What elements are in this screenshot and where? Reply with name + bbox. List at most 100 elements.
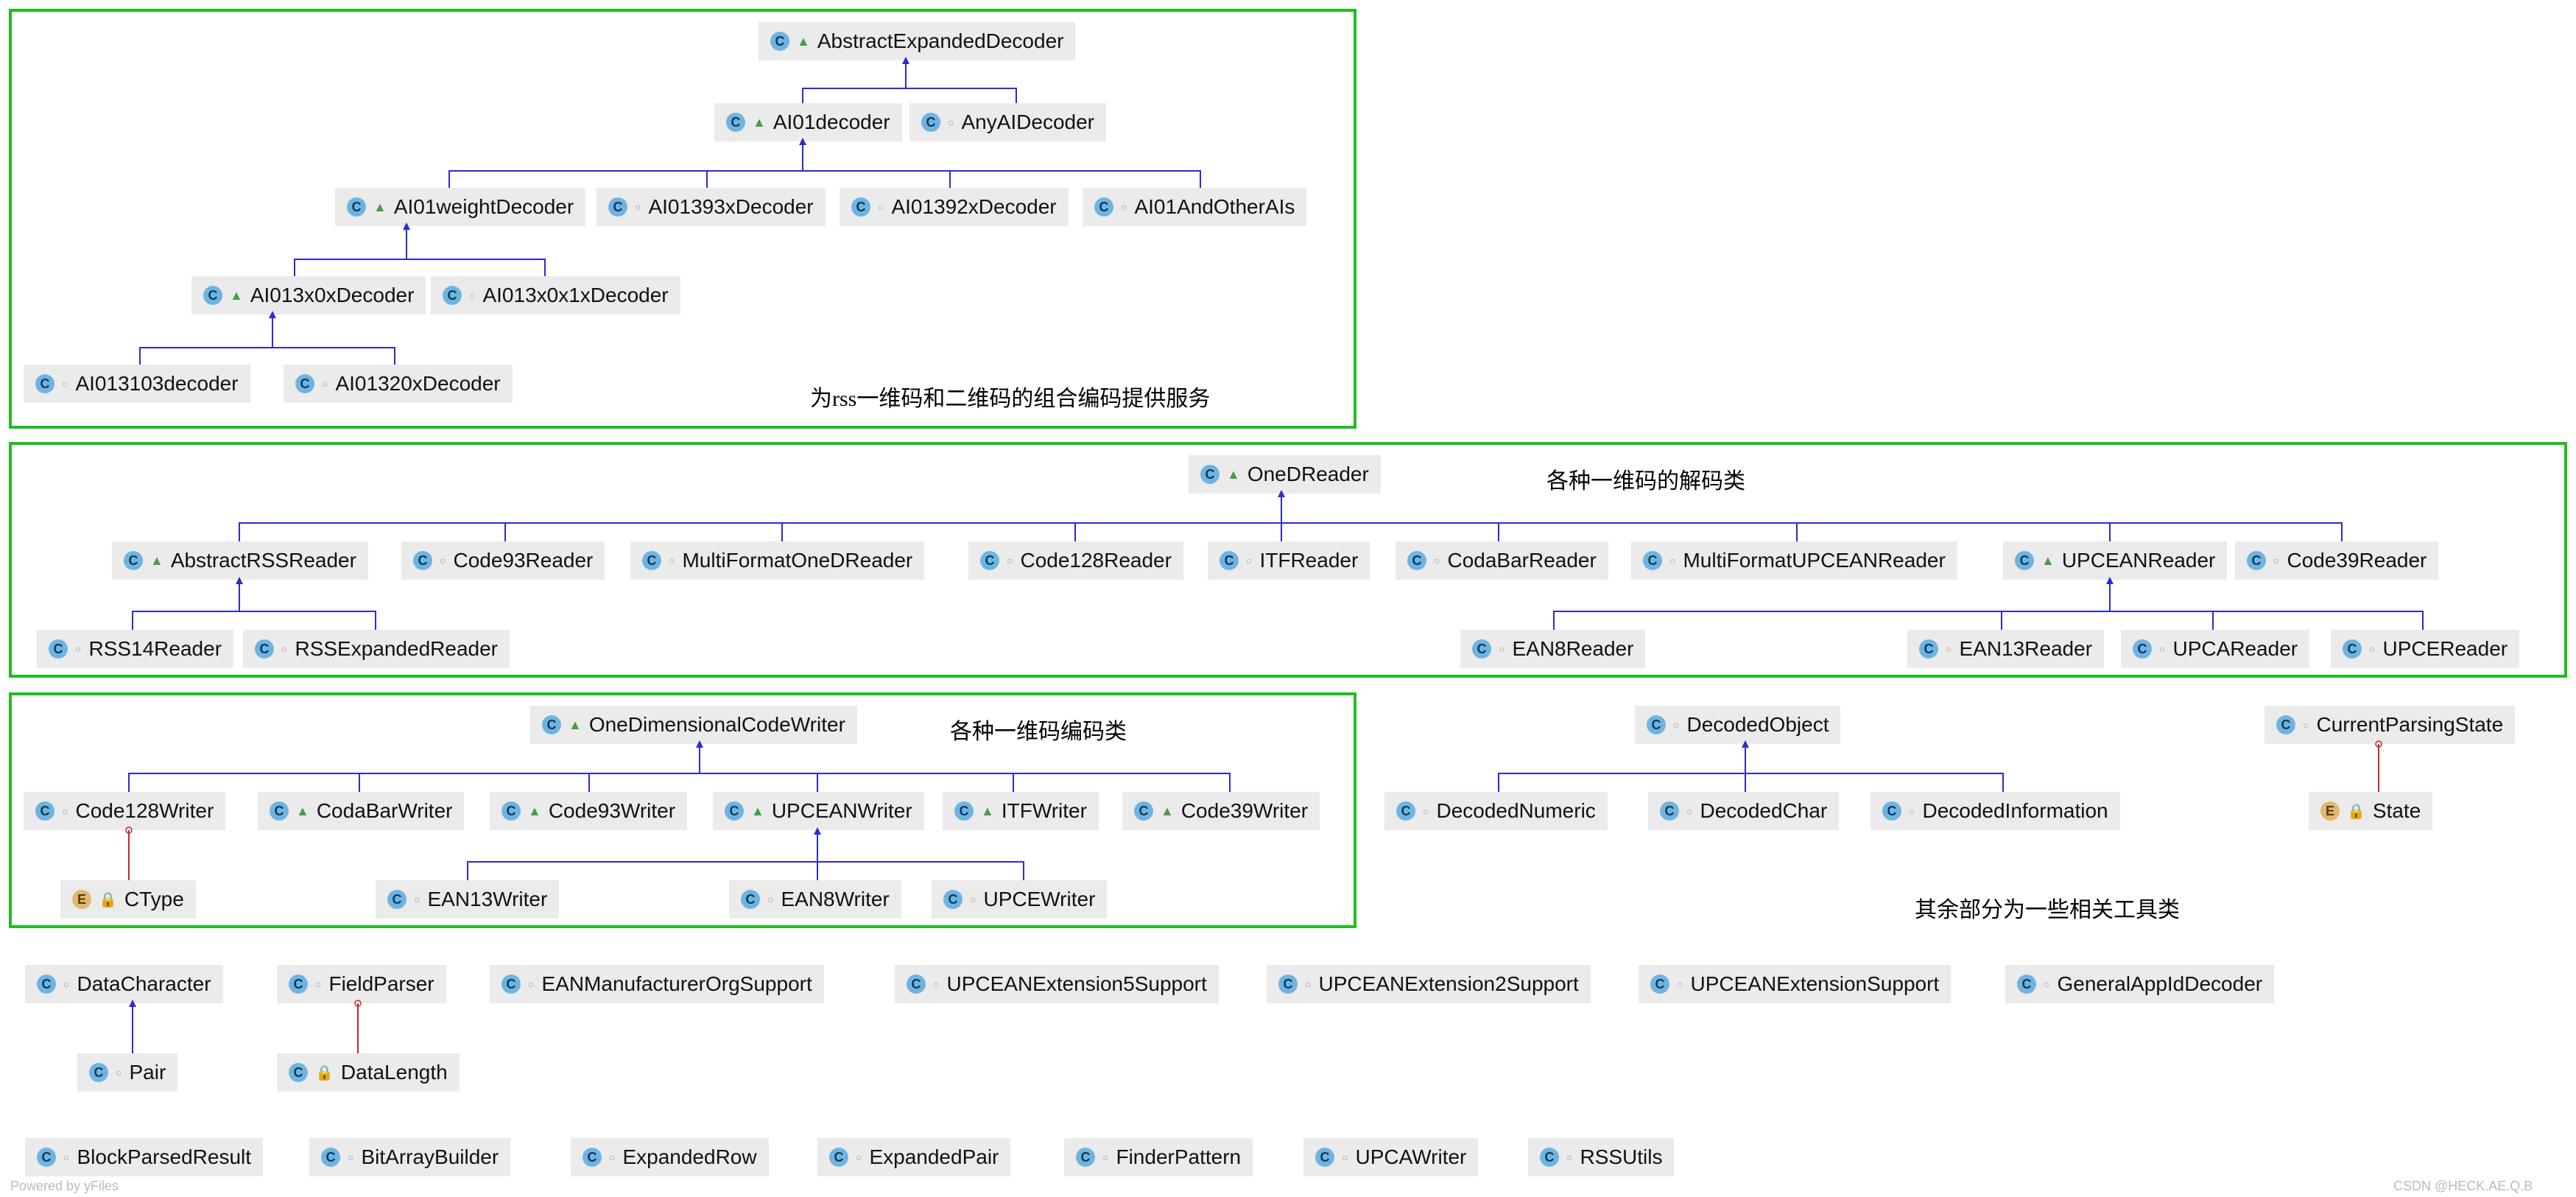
node-AI01weightDecoder[interactable]: C ▲ AI01weightDecoder xyxy=(335,188,585,226)
node-Code39Reader[interactable]: C ○ Code39Reader xyxy=(2235,541,2438,580)
node-label: EAN8Reader xyxy=(1512,637,1633,661)
node-CType[interactable]: E 🔒 CType xyxy=(60,880,196,919)
circle-icon: ○ xyxy=(2303,719,2309,731)
node-Pair[interactable]: C ○ Pair xyxy=(77,1053,177,1092)
node-OneDimensionalCodeWriter[interactable]: C ▲ OneDimensionalCodeWriter xyxy=(530,706,857,744)
node-EANManufacturerOrgSupport[interactable]: C ○ EANManufacturerOrgSupport xyxy=(490,965,824,1003)
node-label: OneDReader xyxy=(1247,463,1369,486)
node-label: Code128Writer xyxy=(75,799,214,823)
node-BitArrayBuilder[interactable]: C ○ BitArrayBuilder xyxy=(309,1138,510,1176)
node-EAN8Writer[interactable]: C ○ EAN8Writer xyxy=(729,880,901,919)
node-label: MultiFormatOneDReader xyxy=(682,549,912,572)
class-icon: C xyxy=(726,113,745,132)
node-AI01AndOtherAIs[interactable]: C ○ AI01AndOtherAIs xyxy=(1083,188,1306,226)
node-ExpandedRow[interactable]: C ○ ExpandedRow xyxy=(571,1138,769,1176)
node-label: DecodedInformation xyxy=(1922,799,2108,823)
abstract-icon: ▲ xyxy=(1161,804,1174,819)
node-ExpandedPair[interactable]: C ○ ExpandedPair xyxy=(817,1138,1010,1176)
node-DecodedNumeric[interactable]: C ○ DecodedNumeric xyxy=(1384,792,1608,830)
circle-icon: ○ xyxy=(469,289,475,301)
abstract-icon: ▲ xyxy=(1227,467,1240,482)
node-DecodedChar[interactable]: C ○ DecodedChar xyxy=(1648,792,1839,830)
node-UPCEANReader[interactable]: C ▲ UPCEANReader xyxy=(2003,541,2227,580)
node-AbstractRSSReader[interactable]: C ▲ AbstractRSSReader xyxy=(112,541,368,580)
node-MultiFormatOneDReader[interactable]: C ○ MultiFormatOneDReader xyxy=(630,541,924,580)
node-AI013103decoder[interactable]: C ○ AI013103decoder xyxy=(24,365,250,403)
class-icon: C xyxy=(502,975,521,994)
node-RSSUtils[interactable]: C ○ RSSUtils xyxy=(1528,1138,1674,1176)
node-Code128Reader[interactable]: C ○ Code128Reader xyxy=(968,541,1183,580)
node-AI013x0x1xDecoder[interactable]: C ○ AI013x0x1xDecoder xyxy=(431,276,680,315)
class-icon: C xyxy=(295,374,314,393)
node-label: Code93Writer xyxy=(549,799,675,823)
node-CurrentParsingState[interactable]: C ○ CurrentParsingState xyxy=(2264,706,2515,744)
node-label: DecodedObject xyxy=(1686,713,1829,737)
node-UPCEReader[interactable]: C ○ UPCEReader xyxy=(2331,630,2519,668)
node-UPCEWriter[interactable]: C ○ UPCEWriter xyxy=(932,880,1107,919)
node-GeneralAppIdDecoder[interactable]: C ○ GeneralAppIdDecoder xyxy=(2005,965,2274,1003)
class-icon: C xyxy=(642,551,661,570)
class-icon: C xyxy=(943,890,963,909)
node-UPCAWriter[interactable]: C ○ UPCAWriter xyxy=(1303,1138,1478,1176)
node-Code39Writer[interactable]: C ▲ Code39Writer xyxy=(1122,792,1320,830)
node-State[interactable]: E 🔒 State xyxy=(2309,792,2432,830)
node-BlockParsedResult[interactable]: C ○ BlockParsedResult xyxy=(25,1138,263,1176)
node-OneDReader[interactable]: C ▲ OneDReader xyxy=(1189,455,1381,494)
node-FinderPattern[interactable]: C ○ FinderPattern xyxy=(1064,1138,1253,1176)
class-icon: C xyxy=(1647,715,1666,734)
class-icon: C xyxy=(49,639,68,659)
class-icon: C xyxy=(2247,551,2266,570)
circle-icon: ○ xyxy=(1434,555,1440,566)
node-UPCEANExtensionSupport[interactable]: C ○ UPCEANExtensionSupport xyxy=(1639,965,1951,1003)
class-icon: C xyxy=(2343,639,2362,659)
node-Code93Writer[interactable]: C ▲ Code93Writer xyxy=(490,792,687,830)
node-CodaBarReader[interactable]: C ○ CodaBarReader xyxy=(1396,541,1608,580)
node-DataLength[interactable]: C 🔒 DataLength xyxy=(277,1053,460,1092)
node-AnyAIDecoder[interactable]: C ○ AnyAIDecoder xyxy=(909,103,1106,141)
circle-icon: ○ xyxy=(1686,805,1692,817)
node-UPCEANExtension5Support[interactable]: C ○ UPCEANExtension5Support xyxy=(895,965,1219,1003)
node-EAN13Reader[interactable]: C ○ EAN13Reader xyxy=(1907,630,2104,668)
node-Code93Reader[interactable]: C ○ Code93Reader xyxy=(401,541,605,580)
circle-icon: ○ xyxy=(1946,643,1952,655)
node-ITFWriter[interactable]: C ▲ ITFWriter xyxy=(943,792,1099,830)
node-AbstractExpandedDecoder[interactable]: C ▲ AbstractExpandedDecoder xyxy=(759,22,1075,60)
node-label: DecodedChar xyxy=(1700,799,1827,823)
lock-icon: 🔒 xyxy=(99,891,117,909)
enum-icon: E xyxy=(2320,801,2340,821)
circle-icon: ○ xyxy=(2159,643,2165,655)
node-label: DecodedNumeric xyxy=(1436,799,1595,823)
node-CodaBarWriter[interactable]: C ▲ CodaBarWriter xyxy=(258,792,464,830)
node-AI01393xDecoder[interactable]: C ○ AI01393xDecoder xyxy=(597,188,826,226)
node-EAN8Reader[interactable]: C ○ EAN8Reader xyxy=(1460,630,1645,668)
node-DecodedInformation[interactable]: C ○ DecodedInformation xyxy=(1871,792,2120,830)
node-RSS14Reader[interactable]: C ○ RSS14Reader xyxy=(37,630,233,668)
node-Code128Writer[interactable]: C ○ Code128Writer xyxy=(24,792,225,830)
node-EAN13Writer[interactable]: C ○ EAN13Writer xyxy=(376,880,559,919)
node-FieldParser[interactable]: C ○ FieldParser xyxy=(277,965,446,1003)
node-AI01decoder[interactable]: C ▲ AI01decoder xyxy=(714,103,902,141)
node-label: UPCAReader xyxy=(2172,637,2298,661)
node-DataCharacter[interactable]: C ○ DataCharacter xyxy=(25,965,223,1003)
node-UPCEANExtension2Support[interactable]: C ○ UPCEANExtension2Support xyxy=(1267,965,1591,1003)
node-AI01320xDecoder[interactable]: C ○ AI01320xDecoder xyxy=(284,365,513,403)
node-label: AI013x0x1xDecoder xyxy=(482,284,668,307)
node-DecodedObject[interactable]: C ○ DecodedObject xyxy=(1635,706,1840,744)
node-UPCEANWriter[interactable]: C ▲ UPCEANWriter xyxy=(713,792,924,830)
circle-icon: ○ xyxy=(1669,555,1675,566)
abstract-icon: ▲ xyxy=(373,200,387,215)
node-ITFReader[interactable]: C ○ ITFReader xyxy=(1208,541,1370,580)
class-icon: C xyxy=(1278,975,1298,994)
abstract-icon: ▲ xyxy=(569,717,582,733)
class-icon: C xyxy=(608,197,627,217)
node-UPCAReader[interactable]: C ○ UPCAReader xyxy=(2121,630,2309,668)
circle-icon: ○ xyxy=(1342,1151,1348,1163)
node-AI013x0xDecoder[interactable]: C ▲ AI013x0xDecoder xyxy=(191,276,426,315)
node-AI01392xDecoder[interactable]: C ○ AI01392xDecoder xyxy=(840,188,1069,226)
node-RSSExpandedReader[interactable]: C ○ RSSExpandedReader xyxy=(243,630,510,668)
node-MultiFormatUPCEANReader[interactable]: C ○ MultiFormatUPCEANReader xyxy=(1631,541,1957,580)
class-icon: C xyxy=(1919,639,1938,659)
node-label: UPCEANReader xyxy=(2062,549,2216,572)
class-icon: C xyxy=(1660,801,1679,821)
caption-group4: 其余部分为一些相关工具类 xyxy=(1915,891,2180,924)
